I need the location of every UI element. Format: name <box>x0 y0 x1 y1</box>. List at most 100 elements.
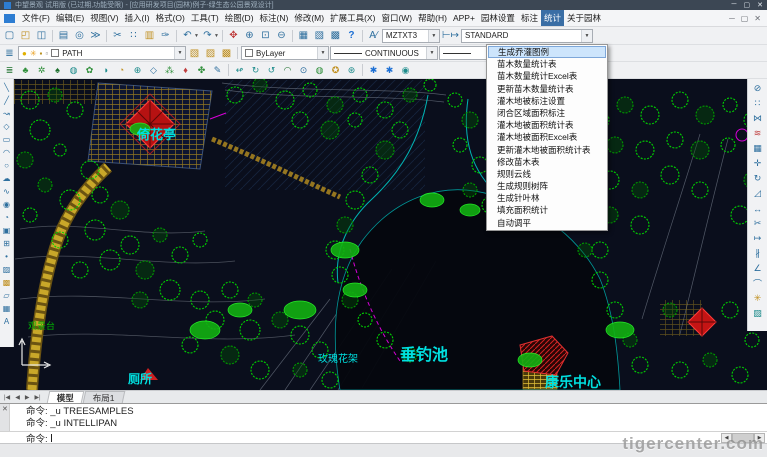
circle-icon[interactable]: ○ <box>1 159 13 172</box>
drawing-canvas[interactable]: 倚花亭 观景台 厕所 玫瑰花架 垂钓池 康乐中心 ╲ ╱ ↝ ◇ ▭ ◠ ○ ☁… <box>0 79 767 390</box>
close-icon[interactable]: ✕ <box>757 1 763 9</box>
garden-cluster-icon[interactable]: ✤ <box>194 63 209 78</box>
garden-tree-sample-icon[interactable]: ✲ <box>34 63 49 78</box>
menu-item-auto-level[interactable]: 自动调平 <box>488 217 606 229</box>
garden-hedge-icon[interactable]: ◑ <box>98 63 113 78</box>
match-properties-icon[interactable]: ✑ <box>158 28 173 43</box>
copy-clip-icon[interactable]: ∷ <box>126 28 141 43</box>
menu-file[interactable]: 文件(F) <box>19 10 53 26</box>
tab-first-icon[interactable]: |◀ <box>2 394 12 401</box>
tab-prev-icon[interactable]: ◀ <box>13 394 22 401</box>
linetype-combo[interactable]: CONTINUOUS ▼ <box>330 46 438 60</box>
garden-flower-icon[interactable]: ✿ <box>82 63 97 78</box>
garden-burst-icon[interactable]: ⊛ <box>344 63 359 78</box>
mirror-icon[interactable]: ⋈ <box>752 111 764 126</box>
layer-previous-icon[interactable]: ▨ <box>203 46 218 61</box>
mdi-restore-icon[interactable]: ▢ <box>741 14 749 23</box>
tab-layout1[interactable]: 布局1 <box>82 391 124 403</box>
break-icon[interactable]: ∦ <box>752 246 764 261</box>
mdi-close-icon[interactable]: ✕ <box>754 14 761 23</box>
menu-edit[interactable]: 编辑(E) <box>53 10 87 26</box>
garden-annotate-icon[interactable]: ✎ <box>210 63 225 78</box>
undo-dropdown-icon[interactable]: ▼ <box>194 33 199 39</box>
redo-icon[interactable]: ↷ <box>200 28 215 43</box>
new-icon[interactable]: ▢ <box>2 28 17 43</box>
redo-dropdown-icon[interactable]: ▼ <box>214 33 219 39</box>
scale-icon[interactable]: ◿ <box>752 186 764 201</box>
menu-item-generate-tree-legend[interactable]: 生成乔灌图例 <box>488 46 606 58</box>
rectangle-icon[interactable]: ▭ <box>1 133 13 146</box>
ellipse-icon[interactable]: ◉ <box>1 198 13 211</box>
maximize-icon[interactable]: ▢ <box>744 1 751 9</box>
menu-item-update-plant-count[interactable]: 更新苗木数量统计表 <box>488 83 606 95</box>
menu-dimension[interactable]: 标注(N) <box>257 10 292 26</box>
arc-icon[interactable]: ◠ <box>1 146 13 159</box>
erase-icon[interactable]: ⊘ <box>752 81 764 96</box>
text-style-combo[interactable]: MZTXT3 ▼ <box>382 29 440 43</box>
offset-icon[interactable]: ≋ <box>752 126 764 141</box>
layer-properties-icon[interactable]: ≣ <box>2 46 17 61</box>
chevron-down-icon[interactable]: ▼ <box>317 47 328 59</box>
insert-block-icon[interactable]: ▣ <box>1 224 13 237</box>
polygon-icon[interactable]: ◇ <box>1 120 13 133</box>
chevron-down-icon[interactable]: ▼ <box>426 47 437 59</box>
line-icon[interactable]: ╲ <box>1 81 13 94</box>
plot-icon[interactable]: ▤ <box>56 28 71 43</box>
extend-icon[interactable]: ↦ <box>752 231 764 246</box>
trim-icon[interactable]: ✂ <box>752 216 764 231</box>
table-icon[interactable]: ▦ <box>1 302 13 315</box>
menu-item-generate-tree-array[interactable]: 生成规则树阵 <box>488 180 606 192</box>
polyline-icon[interactable]: ↝ <box>1 107 13 120</box>
garden-refresh-icon[interactable]: ↺ <box>264 63 279 78</box>
construction-line-icon[interactable]: ╱ <box>1 94 13 107</box>
join-icon[interactable]: ▨ <box>752 306 764 321</box>
menu-item-shrub-area-table[interactable]: 灌木地被面积统计表 <box>488 119 606 131</box>
color-combo[interactable]: ByLayer ▼ <box>241 46 329 60</box>
menu-format[interactable]: 格式(O) <box>153 10 188 26</box>
menu-modify[interactable]: 修改(M) <box>291 10 327 26</box>
menu-item-shrub-area-excel[interactable]: 灌木地被面积Excel表 <box>488 131 606 143</box>
menu-item-closed-area-label[interactable]: 闭合区域面积标注 <box>488 107 606 119</box>
garden-tree-plan-icon[interactable]: ♣ <box>18 63 33 78</box>
menu-draw[interactable]: 绘图(D) <box>222 10 257 26</box>
garden-path-icon[interactable]: ◔ <box>114 63 129 78</box>
cut-icon[interactable]: ✂ <box>110 28 125 43</box>
menu-garden-annotate[interactable]: 标注 <box>518 10 541 26</box>
spline-icon[interactable]: ∿ <box>1 185 13 198</box>
options-gear-icon[interactable]: ✱ <box>382 63 397 78</box>
menu-garden-settings[interactable]: 园林设置 <box>478 10 518 26</box>
menu-statistics[interactable]: 统计 <box>541 10 564 26</box>
layer-combo[interactable]: ● ✳ ▪ ▫ PATH ▼ <box>18 46 186 60</box>
garden-boundary-icon[interactable]: ◇ <box>146 63 161 78</box>
menu-view[interactable]: 视图(V) <box>87 10 121 26</box>
mdi-minimize-icon[interactable]: ─ <box>729 14 735 23</box>
menu-item-update-shrub-area[interactable]: 更新灌木地被面积统计表 <box>488 144 606 156</box>
point-icon[interactable]: • <box>1 250 13 263</box>
make-object-layer-current-icon[interactable]: ▧ <box>187 46 202 61</box>
menu-item-plant-count-table[interactable]: 苗木数量统计表 <box>488 58 606 70</box>
settings-gear-icon[interactable]: ✱ <box>366 63 381 78</box>
region-icon[interactable]: ▱ <box>1 289 13 302</box>
ellipse-arc-icon[interactable]: ◔ <box>1 211 13 224</box>
menu-help[interactable]: 帮助(H) <box>415 10 450 26</box>
tab-last-icon[interactable]: ▶| <box>32 394 42 401</box>
command-history-window[interactable]: ✕ 命令: _u TREESAMPLES 命令: _u INTELLIPAN <box>0 403 767 431</box>
web-globe-icon[interactable]: ◉ <box>398 63 413 78</box>
garden-measure-icon[interactable]: ↫ <box>232 63 247 78</box>
garden-arc-tool-icon[interactable]: ◠ <box>280 63 295 78</box>
garden-label-icon[interactable]: ⊕ <box>130 63 145 78</box>
gradient-icon[interactable]: ▩ <box>1 276 13 289</box>
minimize-icon[interactable]: ─ <box>732 1 737 9</box>
preview-icon[interactable]: ◎ <box>72 28 87 43</box>
garden-shrub-icon[interactable]: ♠ <box>50 63 65 78</box>
make-block-icon[interactable]: ⊞ <box>1 237 13 250</box>
menu-item-regular-cloud-line[interactable]: 规则云线 <box>488 168 606 180</box>
close-icon[interactable]: ✕ <box>2 405 8 413</box>
pan-icon[interactable]: ✥ <box>226 28 241 43</box>
zoom-previous-icon[interactable]: ⊖ <box>274 28 289 43</box>
menu-item-generate-conifer[interactable]: 生成针叶林 <box>488 192 606 204</box>
layer-plot-icon[interactable]: ▫ <box>45 49 48 58</box>
help-icon[interactable]: ? <box>344 28 359 43</box>
command-window-grip[interactable]: ✕ <box>0 404 10 431</box>
zoom-window-icon[interactable]: ⊡ <box>258 28 273 43</box>
